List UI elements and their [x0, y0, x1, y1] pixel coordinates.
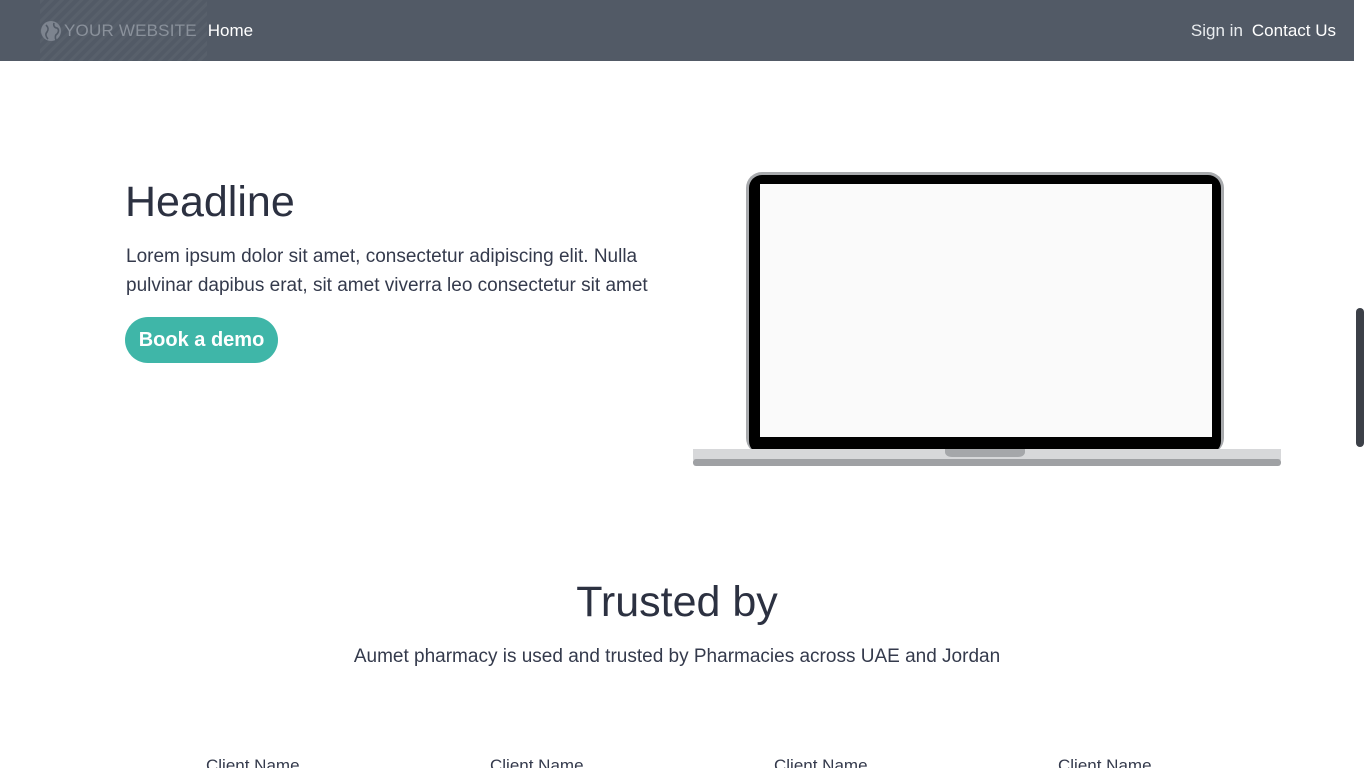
client-name: Client Name [1058, 756, 1152, 768]
scrollbar-thumb[interactable] [1356, 308, 1364, 447]
client-name: Client Name [206, 756, 300, 768]
trusted-title: Trusted by [576, 578, 778, 626]
book-demo-button[interactable]: Book a demo [125, 317, 278, 363]
contact-us-link[interactable]: Contact Us [1252, 21, 1336, 41]
nav-home-link[interactable]: Home [208, 21, 253, 41]
top-navbar: YOUR WEBSITE Home Sign in Contact Us [0, 0, 1354, 61]
sign-in-link[interactable]: Sign in [1191, 21, 1243, 41]
client-list: Client Name Client Name Client Name Clie… [0, 756, 1354, 768]
hero-headline: Headline [125, 178, 295, 226]
globe-icon [41, 20, 61, 41]
client-name: Client Name [490, 756, 584, 768]
client-name: Client Name [774, 756, 868, 768]
brand-logo[interactable]: YOUR WEBSITE [40, 0, 207, 61]
laptop-illustration [693, 172, 1281, 466]
trusted-subtitle: Aumet pharmacy is used and trusted by Ph… [353, 646, 1001, 667]
brand-label: YOUR WEBSITE [64, 20, 197, 40]
hero-description: Lorem ipsum dolor sit amet, consectetur … [126, 246, 648, 296]
